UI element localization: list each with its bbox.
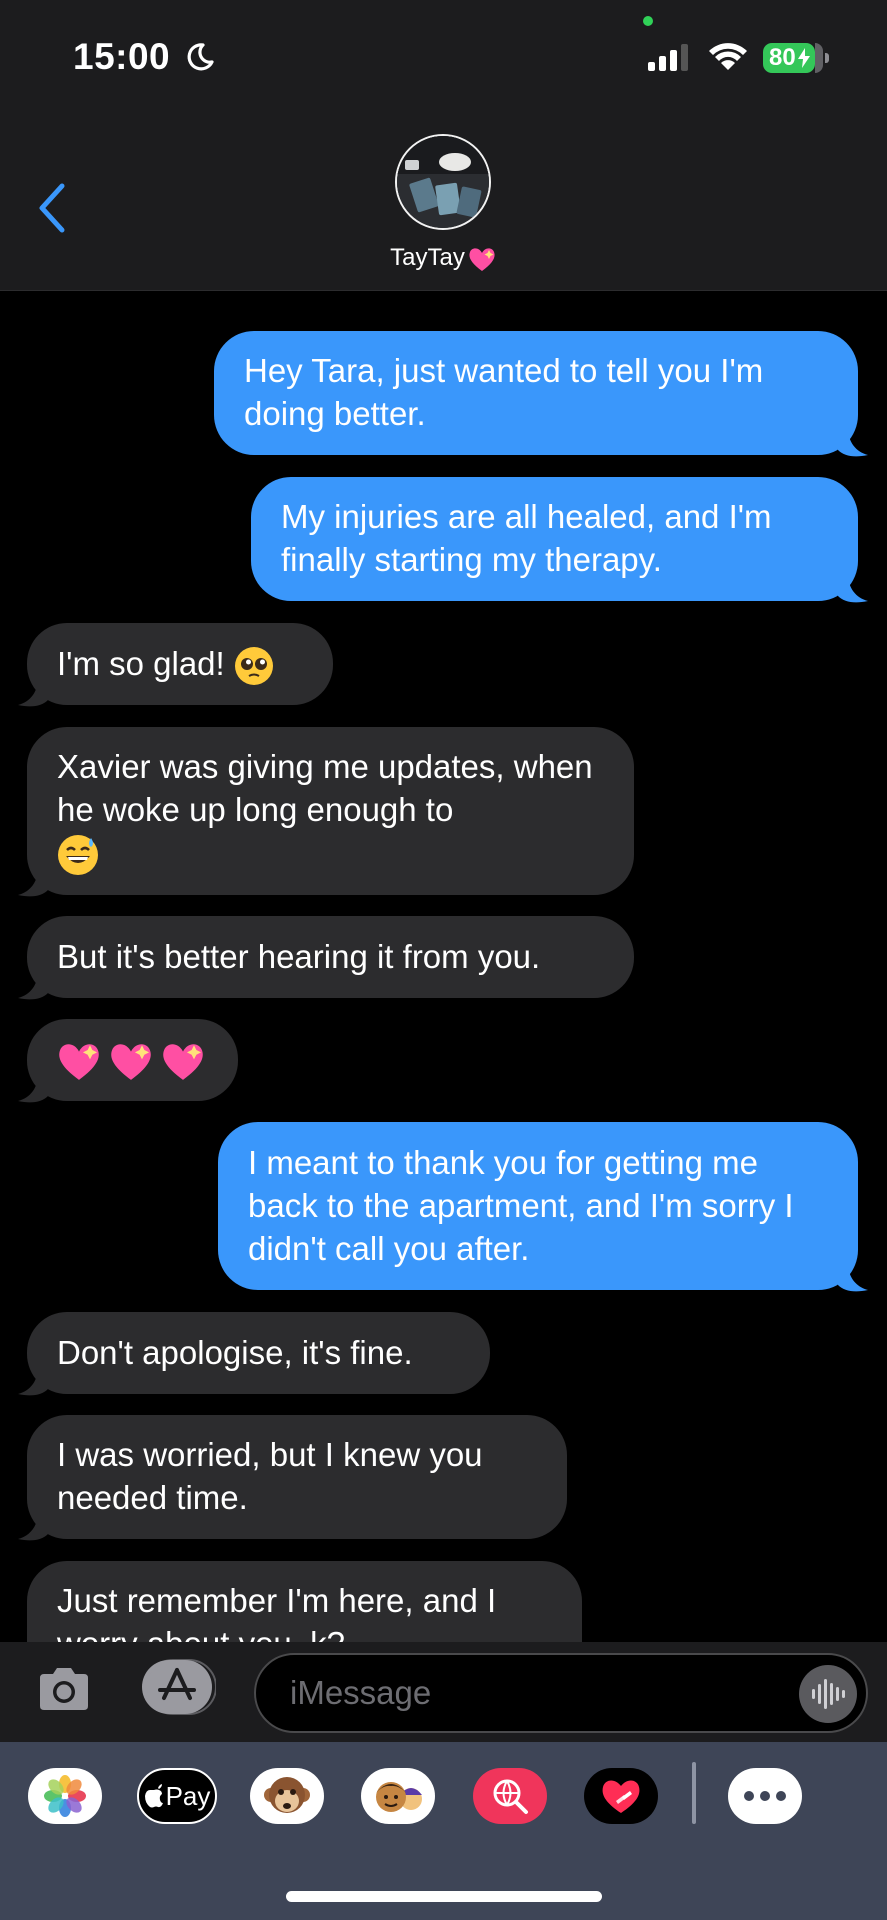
battery-indicator: 80 <box>763 43 815 73</box>
monkey-animoji-icon <box>264 1777 310 1813</box>
incoming-message[interactable]: I was worried, but I knew you needed tim… <box>27 1415 567 1539</box>
message-text: I meant to thank you for getting me back… <box>248 1144 794 1267</box>
bubble-tail <box>838 1263 868 1292</box>
bubble-tail <box>18 1367 48 1396</box>
animoji-app-button[interactable] <box>250 1768 324 1824</box>
incoming-message[interactable]: I'm so glad! <box>27 623 333 705</box>
avatar-photo <box>397 136 489 228</box>
sparkling-heart-emoji-icon <box>163 1044 203 1081</box>
incoming-message[interactable] <box>27 1019 238 1101</box>
incoming-message[interactable]: Xavier was giving me updates, when he wo… <box>27 727 634 895</box>
bubble-tail <box>838 428 868 457</box>
battery-empty-segment <box>815 43 823 73</box>
camera-icon[interactable] <box>36 1666 92 1712</box>
bubble-tail <box>18 868 48 897</box>
apple-pay-button[interactable]: Pay <box>137 1768 217 1824</box>
apple-logo-icon <box>144 1784 163 1808</box>
bubble-tail <box>18 971 48 1000</box>
privacy-indicator-dot <box>643 16 653 26</box>
charging-bolt-icon <box>798 48 810 68</box>
app-drawer-divider <box>692 1762 696 1824</box>
digital-touch-app-button[interactable] <box>584 1768 658 1824</box>
contact-avatar[interactable] <box>395 134 491 230</box>
outgoing-message[interactable]: My injuries are all healed, and I'm fina… <box>251 477 858 601</box>
status-time: 15:00 <box>73 36 171 77</box>
message-text: Don't apologise, it's fine. <box>57 1334 413 1371</box>
bubble-tail <box>18 1512 48 1541</box>
message-text: My injuries are all healed, and I'm fina… <box>281 498 772 578</box>
bubble-tail <box>18 678 48 707</box>
moon-icon <box>187 43 214 71</box>
back-chevron-icon[interactable] <box>34 182 70 234</box>
globe-search-icon <box>493 1779 528 1814</box>
battery-percent: 80 <box>769 44 796 71</box>
battery-cap <box>825 53 829 63</box>
sparkling-heart-icon <box>469 248 495 271</box>
bubble-tail <box>838 574 868 603</box>
ellipsis-icon <box>744 1791 786 1801</box>
contact-name-row[interactable]: TayTay <box>0 244 887 273</box>
photos-app-button[interactable] <box>28 1768 102 1824</box>
bubble-tail <box>18 1074 48 1103</box>
app-store-icon[interactable] <box>142 1658 216 1716</box>
message-text: Hey Tara, just wanted to tell you I'm do… <box>244 352 764 432</box>
incoming-message[interactable]: Don't apologise, it's fine. <box>27 1312 490 1394</box>
contact-name: TayTay <box>390 244 465 271</box>
incoming-message[interactable]: But it's better hearing it from you. <box>27 916 634 998</box>
heart-touch-icon <box>602 1780 640 1813</box>
wifi-icon <box>709 43 747 70</box>
message-text: I was worried, but I knew you needed tim… <box>57 1436 483 1516</box>
home-indicator[interactable] <box>286 1891 602 1902</box>
message-text: But it's better hearing it from you. <box>57 938 541 975</box>
memoji-app-button[interactable] <box>361 1768 435 1824</box>
outgoing-message[interactable]: I meant to thank you for getting me back… <box>218 1122 858 1290</box>
image-search-app-button[interactable] <box>473 1768 547 1824</box>
memoji-icon <box>376 1782 422 1812</box>
message-placeholder: iMessage <box>290 1674 432 1711</box>
pleading-face-emoji-icon <box>234 647 273 686</box>
message-text: I'm so glad! <box>57 645 234 682</box>
message-text: Xavier was giving me updates, when he wo… <box>57 748 593 828</box>
cellular-signal-icon <box>648 44 688 71</box>
sparkling-heart-emoji-icon <box>59 1044 99 1081</box>
more-apps-button[interactable] <box>728 1768 802 1824</box>
voice-waveform-icon[interactable] <box>798 1664 858 1724</box>
grinning-sweat-face-emoji-icon <box>58 835 98 876</box>
sparkling-heart-emoji-icon <box>111 1044 151 1081</box>
photos-icon <box>44 1775 86 1817</box>
apple-pay-label: Pay <box>165 1780 211 1811</box>
outgoing-message[interactable]: Hey Tara, just wanted to tell you I'm do… <box>214 331 858 455</box>
